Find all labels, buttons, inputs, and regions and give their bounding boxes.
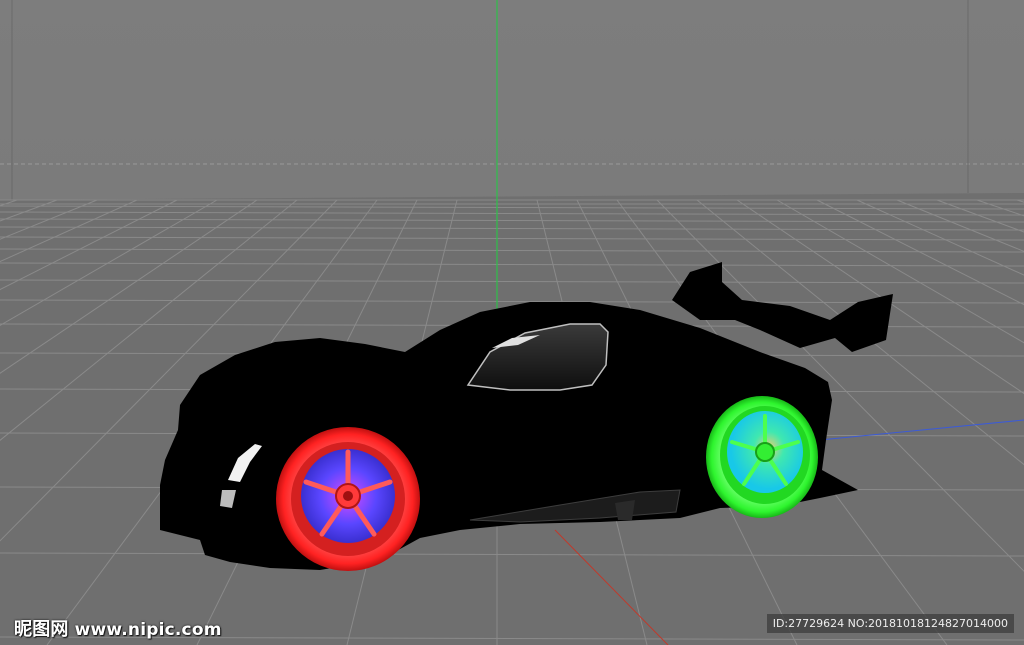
side-exhaust [615, 500, 635, 520]
watermark-id-badge: ID:27729624 NO:20181018124827014000 [766, 614, 1014, 633]
watermark-site-cn: 昵图网 [14, 619, 69, 640]
rear-wheel-hub [755, 442, 775, 462]
watermark-site-url: www.nipic.com [74, 620, 222, 640]
scene-canvas[interactable] [0, 0, 1024, 645]
watermark-logo: 昵图网 www.nipic.com [14, 615, 222, 641]
front-wheel[interactable] [276, 427, 420, 571]
3d-render-viewport[interactable]: 昵图网 www.nipic.com ID:27729624 NO:20181018… [0, 0, 1024, 645]
front-wheel-hub-cap [343, 491, 353, 501]
rear-wheel[interactable] [706, 396, 818, 518]
